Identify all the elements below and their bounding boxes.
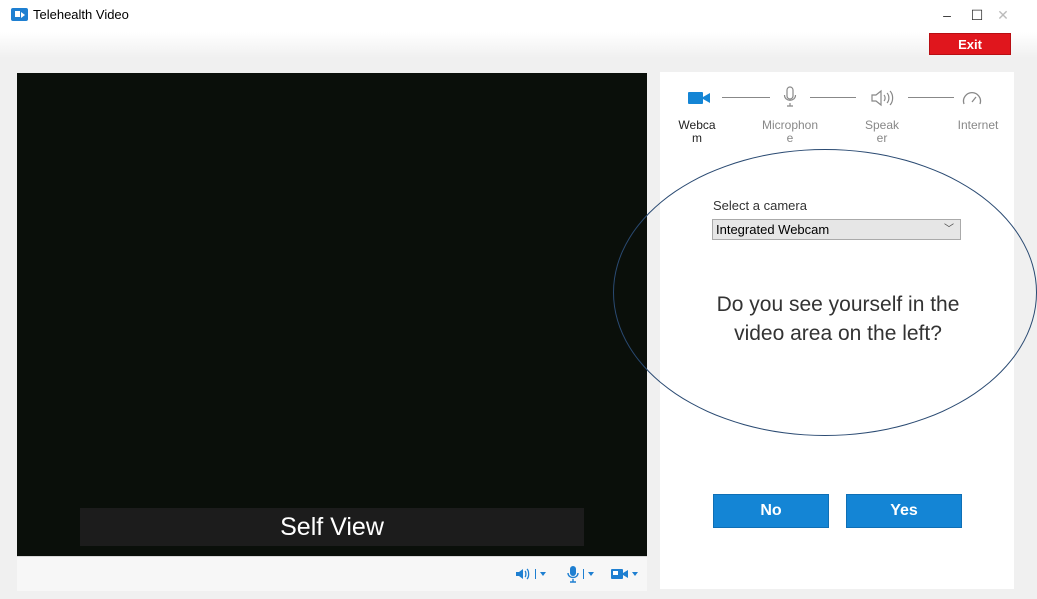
close-button[interactable]: ✕ bbox=[983, 2, 1023, 28]
step-connector bbox=[722, 97, 770, 98]
speaker-icon bbox=[516, 568, 530, 580]
camera-control[interactable] bbox=[610, 565, 638, 583]
step-label: e bbox=[786, 131, 794, 145]
step-microphone[interactable]: Microphon e bbox=[755, 119, 825, 145]
microphone-icon bbox=[783, 86, 797, 107]
step-label: m bbox=[692, 131, 702, 145]
divider bbox=[583, 569, 584, 579]
window-title: Telehealth Video bbox=[33, 7, 129, 22]
speaker-icon bbox=[871, 89, 894, 107]
app-camera-icon bbox=[11, 8, 28, 21]
exit-button[interactable]: Exit bbox=[929, 33, 1011, 55]
step-speaker[interactable]: Speak er bbox=[852, 119, 912, 145]
step-connector bbox=[810, 97, 856, 98]
divider bbox=[535, 569, 536, 579]
step-webcam[interactable]: Webca m bbox=[672, 119, 722, 145]
annotation-ellipse bbox=[613, 149, 1037, 436]
webcam-icon bbox=[688, 92, 710, 104]
video-toolbar bbox=[17, 556, 647, 591]
speedometer-icon bbox=[962, 91, 982, 105]
chevron-down-icon[interactable] bbox=[632, 572, 638, 576]
header-bar bbox=[0, 32, 1037, 58]
microphone-icon bbox=[567, 566, 579, 583]
self-view-video bbox=[17, 73, 647, 556]
step-label: er bbox=[876, 131, 888, 145]
chevron-down-icon[interactable] bbox=[540, 572, 546, 576]
camera-icon bbox=[611, 569, 628, 579]
step-connector bbox=[908, 97, 954, 98]
title-bar: Telehealth Video – ☐ ✕ bbox=[0, 0, 1037, 32]
self-view-label: Self View bbox=[80, 508, 584, 546]
speaker-control[interactable] bbox=[515, 565, 546, 583]
microphone-control[interactable] bbox=[567, 565, 594, 583]
yes-button[interactable]: Yes bbox=[846, 494, 962, 528]
step-internet[interactable]: Internet bbox=[948, 119, 1008, 132]
step-label: Internet bbox=[957, 118, 999, 132]
no-button[interactable]: No bbox=[713, 494, 829, 528]
chevron-down-icon[interactable] bbox=[588, 572, 594, 576]
